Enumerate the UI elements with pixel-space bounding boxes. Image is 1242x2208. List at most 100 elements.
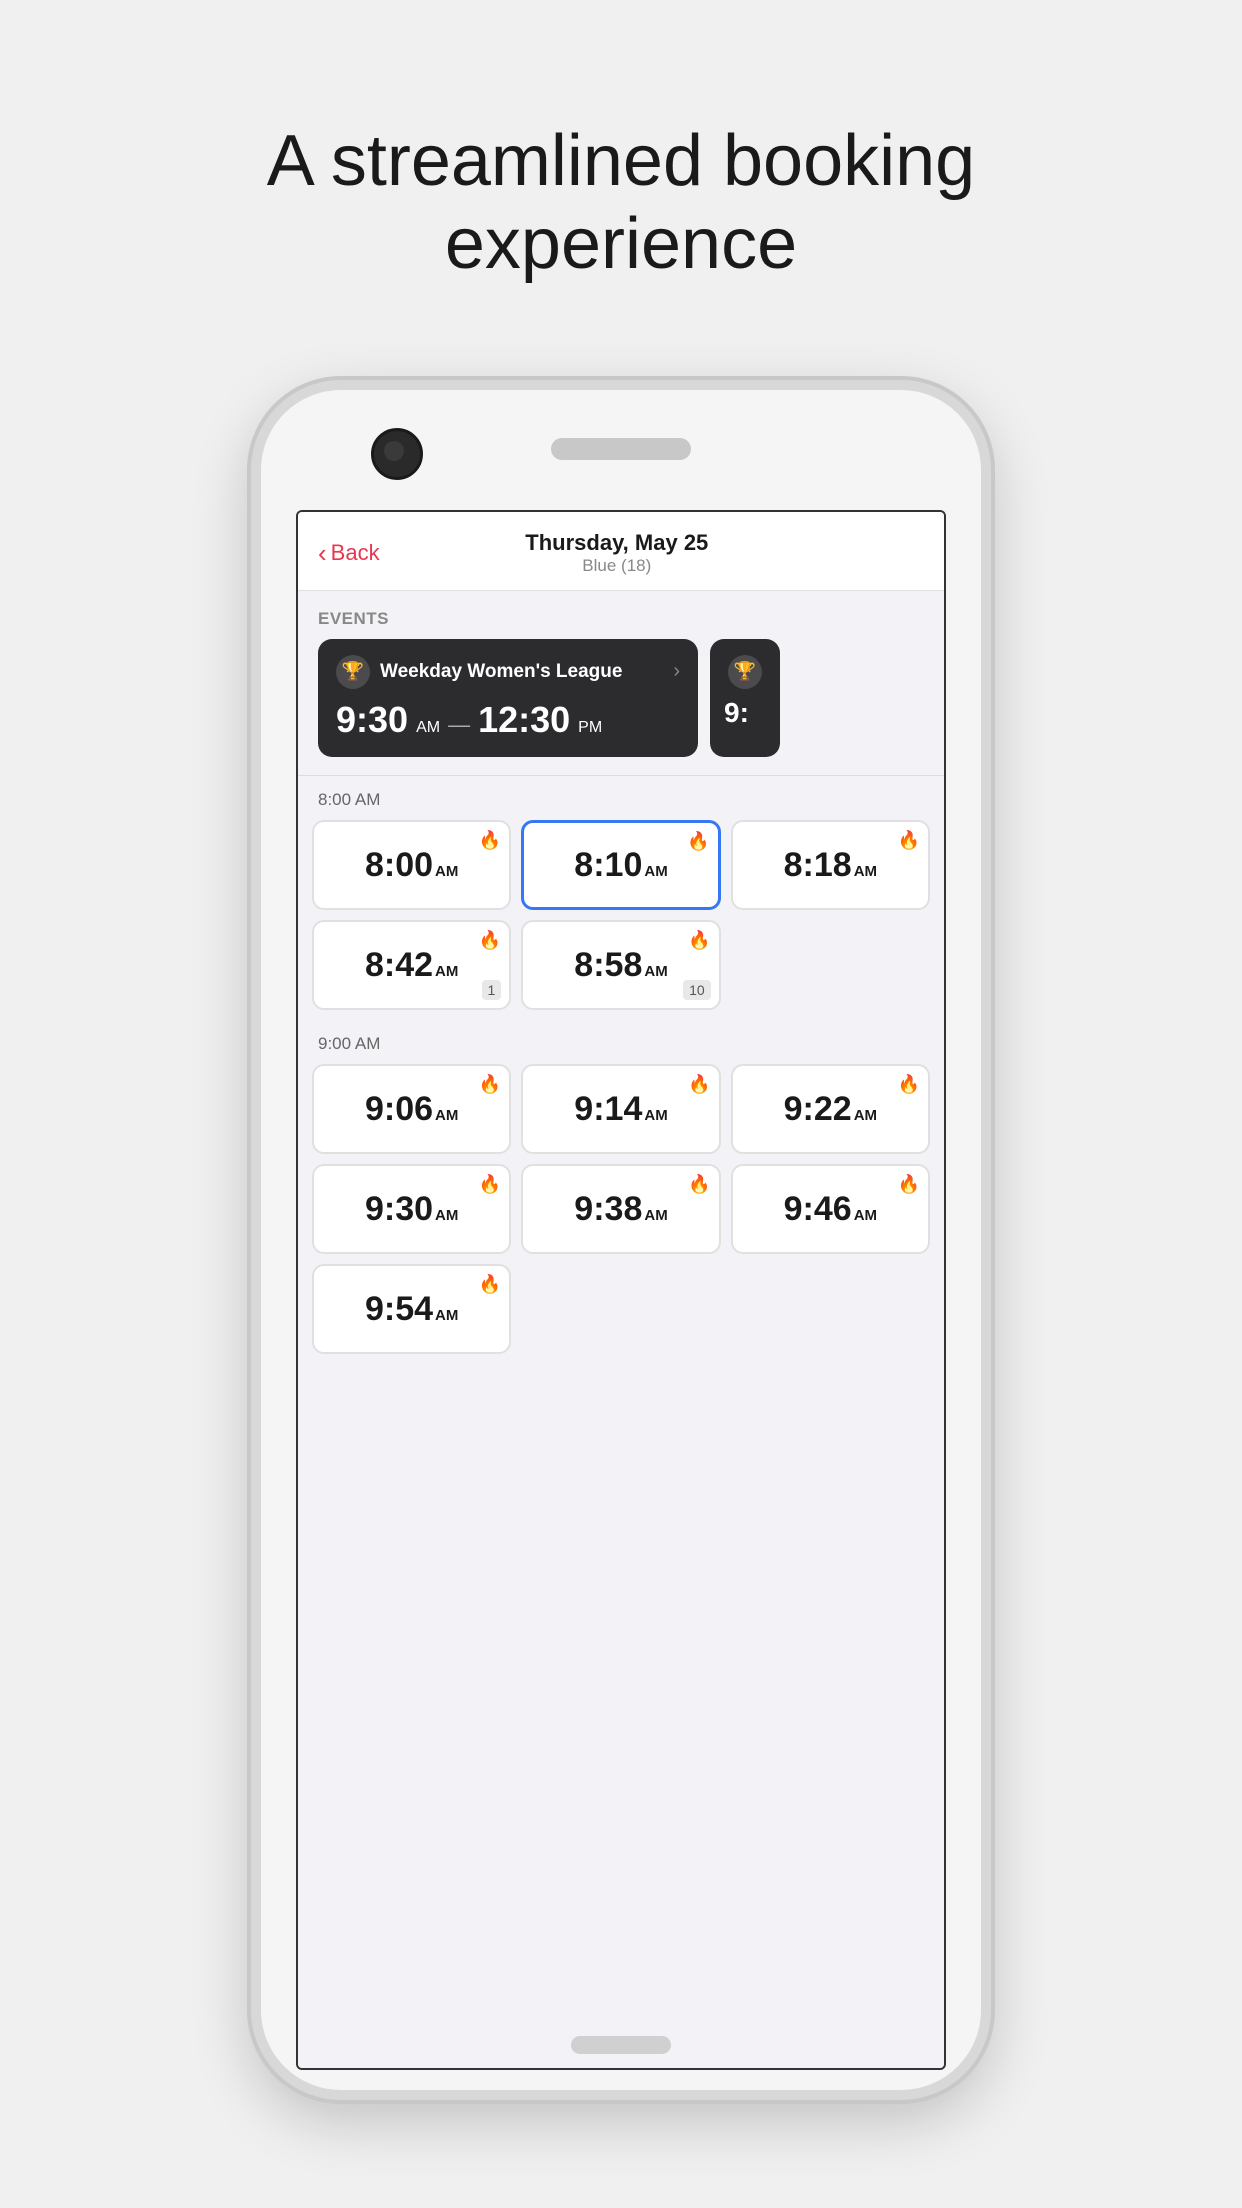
camera bbox=[371, 428, 423, 480]
trophy-icon-partial: 🏆 bbox=[728, 655, 762, 689]
slot-906[interactable]: 🔥 9:06 AM bbox=[312, 1064, 511, 1154]
slot-badge-842: 1 bbox=[482, 980, 502, 1000]
events-row: 🏆 Weekday Women's League › 9:30 AM — 12:… bbox=[298, 639, 944, 757]
event-card-0[interactable]: 🏆 Weekday Women's League › 9:30 AM — 12:… bbox=[318, 639, 698, 757]
nav-bar: ‹ Back Thursday, May 25 Blue (18) bbox=[298, 512, 944, 591]
slot-time-858: 8:58 bbox=[574, 946, 642, 985]
slot-ampm-914: AM bbox=[644, 1107, 667, 1124]
slot-810[interactable]: 🔥 8:10 AM bbox=[521, 820, 720, 910]
slot-ampm-930: AM bbox=[435, 1207, 458, 1224]
event-time: 9:30 AM — 12:30 PM bbox=[336, 699, 680, 741]
slot-ampm-810: AM bbox=[644, 863, 667, 880]
slot-time-922: 9:22 bbox=[784, 1090, 852, 1129]
slot-time-818: 8:18 bbox=[784, 846, 852, 885]
time-section-header-9am: 9:00 AM bbox=[298, 1020, 944, 1064]
back-label: Back bbox=[331, 540, 380, 566]
flame-icon-818: 🔥 bbox=[898, 830, 920, 851]
event-start-ampm: AM bbox=[416, 719, 440, 737]
events-section-label: EVENTS bbox=[298, 591, 944, 639]
slot-ampm-858: AM bbox=[644, 963, 667, 980]
event-arrow-icon: › bbox=[673, 660, 680, 683]
event-name: Weekday Women's League bbox=[380, 661, 622, 683]
slot-time-row-930: 9:30 AM bbox=[365, 1190, 458, 1229]
page-tagline-area: A streamlined booking experience bbox=[221, 60, 1021, 336]
home-indicator bbox=[571, 2036, 671, 2054]
slot-930[interactable]: 🔥 9:30 AM bbox=[312, 1164, 511, 1254]
slot-time-row: 8:00 AM bbox=[365, 846, 458, 885]
slot-time-row-818: 8:18 AM bbox=[784, 846, 877, 885]
slot-938[interactable]: 🔥 9:38 AM bbox=[521, 1164, 720, 1254]
nav-title: Thursday, May 25 bbox=[525, 530, 708, 556]
slot-858[interactable]: 🔥 8:58 AM 10 bbox=[521, 920, 720, 1010]
slot-922[interactable]: 🔥 9:22 AM bbox=[731, 1064, 930, 1154]
nav-center: Thursday, May 25 Blue (18) bbox=[525, 530, 708, 576]
slot-time-row-810: 8:10 AM bbox=[574, 846, 667, 885]
slot-ampm-818: AM bbox=[854, 863, 877, 880]
slot-800[interactable]: 🔥 8:00 AM bbox=[312, 820, 511, 910]
flame-icon-946: 🔥 bbox=[898, 1174, 920, 1195]
slots-grid-9am: 🔥 9:06 AM 🔥 9:14 AM 🔥 bbox=[298, 1064, 944, 1364]
event-card-1[interactable]: 🏆 9: bbox=[710, 639, 780, 757]
slot-ampm-906: AM bbox=[435, 1107, 458, 1124]
slot-ampm-800: AM bbox=[435, 863, 458, 880]
nav-subtitle: Blue (18) bbox=[525, 556, 708, 576]
event-end-time: 12:30 bbox=[478, 699, 570, 741]
screen: ‹ Back Thursday, May 25 Blue (18) EVENTS… bbox=[296, 510, 946, 2070]
flame-icon-800: 🔥 bbox=[479, 830, 501, 851]
slot-time-row-922: 9:22 AM bbox=[784, 1090, 877, 1129]
flame-icon-842: 🔥 bbox=[479, 930, 501, 951]
phone-shell: ‹ Back Thursday, May 25 Blue (18) EVENTS… bbox=[251, 380, 991, 2100]
page-title: A streamlined booking experience bbox=[221, 120, 1021, 286]
slot-time-row-914: 9:14 AM bbox=[574, 1090, 667, 1129]
slot-842[interactable]: 🔥 8:42 AM 1 bbox=[312, 920, 511, 1010]
slot-time-914: 9:14 bbox=[574, 1090, 642, 1129]
slot-914[interactable]: 🔥 9:14 AM bbox=[521, 1064, 720, 1154]
slot-time-954: 9:54 bbox=[365, 1290, 433, 1329]
slot-ampm-922: AM bbox=[854, 1107, 877, 1124]
slot-ampm-946: AM bbox=[854, 1207, 877, 1224]
slot-ampm-954: AM bbox=[435, 1307, 458, 1324]
slot-946[interactable]: 🔥 9:46 AM bbox=[731, 1164, 930, 1254]
slot-954[interactable]: 🔥 9:54 AM bbox=[312, 1264, 511, 1354]
event-card-header: 🏆 Weekday Women's League › bbox=[336, 655, 680, 689]
volume-up-button bbox=[251, 670, 255, 730]
slot-time-938: 9:38 bbox=[574, 1190, 642, 1229]
slot-time-row-954: 9:54 AM bbox=[365, 1290, 458, 1329]
event-partial-time: 9: bbox=[724, 697, 766, 729]
time-section-header-8am: 8:00 AM bbox=[298, 776, 944, 820]
slot-time-800: 8:00 bbox=[365, 846, 433, 885]
event-end-ampm: PM bbox=[578, 719, 602, 737]
volume-down-button bbox=[251, 750, 255, 810]
slot-time-row-938: 9:38 AM bbox=[574, 1190, 667, 1229]
speaker bbox=[551, 438, 691, 460]
slot-time-row-946: 9:46 AM bbox=[784, 1190, 877, 1229]
power-button bbox=[987, 710, 991, 790]
content-area: EVENTS 🏆 Weekday Women's League › 9:30 A… bbox=[298, 591, 944, 2068]
event-title-row: 🏆 Weekday Women's League bbox=[336, 655, 622, 689]
slot-time-row-842: 8:42 AM bbox=[365, 946, 458, 985]
flame-icon-954: 🔥 bbox=[479, 1274, 501, 1295]
trophy-icon: 🏆 bbox=[336, 655, 370, 689]
back-chevron-icon: ‹ bbox=[318, 540, 327, 566]
slot-ampm-938: AM bbox=[644, 1207, 667, 1224]
slot-time-row-858: 8:58 AM bbox=[574, 946, 667, 985]
back-button[interactable]: ‹ Back bbox=[318, 540, 380, 566]
slots-grid-8am: 🔥 8:00 AM 🔥 8:10 AM 🔥 bbox=[298, 820, 944, 1020]
flame-icon-858: 🔥 bbox=[688, 930, 710, 951]
flame-icon-914: 🔥 bbox=[688, 1074, 710, 1095]
slot-time-946: 9:46 bbox=[784, 1190, 852, 1229]
slot-ampm-842: AM bbox=[435, 963, 458, 980]
slot-badge-858: 10 bbox=[683, 980, 711, 1000]
event-start-time: 9:30 bbox=[336, 699, 408, 741]
slot-time-906: 9:06 bbox=[365, 1090, 433, 1129]
slot-time-810: 8:10 bbox=[574, 846, 642, 885]
slot-time-842: 8:42 bbox=[365, 946, 433, 985]
flame-icon-922: 🔥 bbox=[898, 1074, 920, 1095]
event-dash: — bbox=[448, 712, 470, 738]
slot-818[interactable]: 🔥 8:18 AM bbox=[731, 820, 930, 910]
flame-icon-810: 🔥 bbox=[687, 831, 709, 852]
flame-icon-906: 🔥 bbox=[479, 1074, 501, 1095]
slot-time-row-906: 9:06 AM bbox=[365, 1090, 458, 1129]
flame-icon-938: 🔥 bbox=[688, 1174, 710, 1195]
slot-time-930: 9:30 bbox=[365, 1190, 433, 1229]
